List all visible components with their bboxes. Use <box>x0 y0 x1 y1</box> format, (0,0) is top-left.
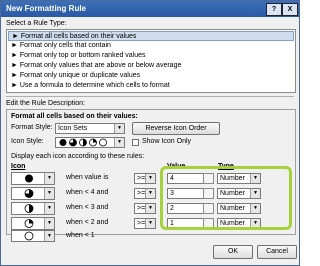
full-moon-icon <box>25 174 33 183</box>
new-formatting-rule-dialog: New Formatting Rule ? X Select a Rule Ty… <box>0 0 300 266</box>
rule-type-item[interactable]: ► Use a formula to determine which cells… <box>8 81 294 91</box>
operator-value: >= <box>137 175 146 182</box>
chevron-down-icon: ▼ <box>44 173 54 184</box>
close-button[interactable]: X <box>282 3 298 16</box>
condition-label: when < 3 and <box>66 204 109 211</box>
condition-label: when < 1 <box>66 232 95 239</box>
values-highlight <box>160 166 292 230</box>
show-icon-only-label: Show Icon Only <box>142 138 192 145</box>
dialog-title: New Formatting Rule <box>6 4 87 13</box>
chevron-down-icon: ▼ <box>145 174 155 183</box>
section-title: Format all cells based on their values: <box>11 113 138 120</box>
moon-icon-set-preview <box>59 138 107 147</box>
rule-description-label: Edit the Rule Description: <box>6 100 85 107</box>
operator-select[interactable]: >= ▼ <box>134 203 156 214</box>
icon-select[interactable]: ▼ <box>11 172 55 185</box>
chevron-down-icon: ▼ <box>145 189 155 198</box>
condition-label: when value is <box>66 174 109 181</box>
format-style-label: Format Style: <box>11 124 53 131</box>
rule-type-item[interactable]: ► Format only values that are above or b… <box>8 61 294 71</box>
chevron-down-icon: ▼ <box>114 124 124 133</box>
condition-label: when < 4 and <box>66 189 109 196</box>
operator-select[interactable]: >= ▼ <box>134 173 156 184</box>
rule-type-list[interactable]: ► Format all cells based on their values… <box>6 29 296 93</box>
cancel-button[interactable]: Cancel <box>257 245 297 259</box>
rule-type-item[interactable]: ► Format all cells based on their values <box>8 31 294 41</box>
quarter-moon-icon <box>24 219 34 228</box>
chevron-down-icon: ▼ <box>44 188 54 199</box>
rule-type-label: Select a Rule Type: <box>6 20 67 27</box>
condition-label: when < 2 and <box>66 219 109 226</box>
format-style-value: Icon Sets <box>58 125 88 132</box>
icon-select[interactable]: ▼ <box>11 202 55 215</box>
empty-moon-icon <box>24 231 34 241</box>
chevron-down-icon: ▼ <box>114 138 124 147</box>
three-quarter-moon-icon <box>24 189 34 198</box>
icon-style-label: Icon Style: <box>11 138 44 145</box>
operator-value: >= <box>137 190 146 197</box>
title-bar: New Formatting Rule ? X <box>1 1 299 17</box>
operator-value: >= <box>137 220 146 227</box>
operator-select[interactable]: >= ▼ <box>134 218 156 229</box>
icon-select[interactable]: ▼ <box>11 230 55 242</box>
half-moon-icon <box>24 204 34 213</box>
help-button[interactable]: ? <box>266 3 282 16</box>
divider <box>6 96 294 97</box>
rule-type-item[interactable]: ► Format only top or bottom ranked value… <box>8 51 294 61</box>
chevron-down-icon: ▼ <box>44 218 54 229</box>
operator-select[interactable]: >= ▼ <box>134 188 156 199</box>
reverse-icon-order-button[interactable]: Reverse Icon Order <box>132 122 220 135</box>
rule-type-item[interactable]: ► Format only cells that contain <box>8 41 294 51</box>
chevron-down-icon: ▼ <box>145 204 155 213</box>
chevron-down-icon: ▼ <box>145 219 155 228</box>
operator-value: >= <box>137 205 146 212</box>
icon-column-header: Icon <box>11 163 26 170</box>
show-icon-only-checkbox[interactable] <box>132 139 139 146</box>
icon-select[interactable]: ▼ <box>11 187 55 200</box>
format-style-select[interactable]: Icon Sets ▼ <box>55 123 125 134</box>
display-rules-label: Display each icon according to these rul… <box>11 153 145 160</box>
icon-select[interactable]: ▼ <box>11 217 55 230</box>
ok-button[interactable]: OK <box>213 245 253 259</box>
rule-type-item[interactable]: ► Format only unique or duplicate values <box>8 71 294 81</box>
icon-style-select[interactable]: ▼ <box>55 137 125 148</box>
chevron-down-icon: ▼ <box>44 231 54 241</box>
chevron-down-icon: ▼ <box>44 203 54 214</box>
